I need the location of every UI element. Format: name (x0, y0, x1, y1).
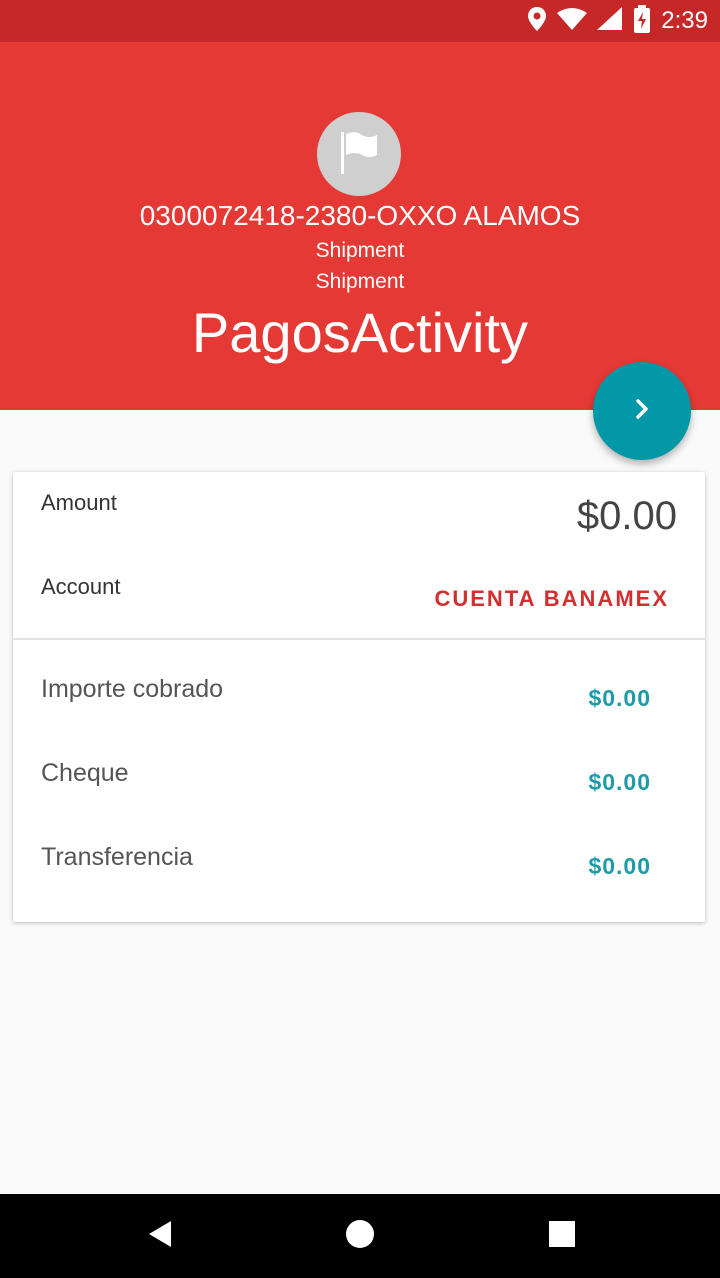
shipment-label-1: Shipment (315, 239, 405, 262)
location-icon (527, 6, 547, 37)
importe-cobrado-label: Importe cobrado (41, 675, 224, 703)
shipment-label-2: Shipment (315, 270, 405, 293)
navigation-bar (0, 1194, 720, 1278)
clock: 2:39 (661, 7, 708, 34)
status-icons: 2:39 (527, 0, 708, 42)
next-button[interactable] (593, 362, 691, 460)
home-icon (344, 1218, 376, 1255)
chevron-right-icon (631, 396, 653, 427)
back-button[interactable] (120, 1194, 200, 1278)
payment-card: Amount $0.00 Account CUENTA BANAMEX Impo… (13, 472, 705, 922)
flag-icon (337, 128, 381, 181)
cheque-value: $0.00 (588, 769, 651, 795)
transferencia-value: $0.00 (588, 853, 651, 879)
back-icon (146, 1219, 174, 1254)
store-name: 0300072418-2380-OXXO ALAMOS (139, 200, 581, 231)
signal-icon (597, 6, 623, 36)
amount-label: Amount (41, 490, 117, 515)
avatar (317, 112, 401, 196)
home-button[interactable] (320, 1194, 400, 1278)
divider (13, 638, 705, 640)
recents-icon (548, 1220, 576, 1253)
wifi-icon (557, 7, 588, 36)
header: 0300072418-2380-OXXO ALAMOS Shipment Shi… (0, 42, 720, 410)
cheque-label: Cheque (41, 759, 129, 787)
amount-value: $0.00 (576, 494, 677, 538)
status-bar: 2:39 (0, 0, 720, 42)
account-label: Account (41, 574, 121, 599)
account-value[interactable]: CUENTA BANAMEX (434, 586, 669, 612)
page-title: PagosActivity (191, 301, 529, 364)
transferencia-label: Transferencia (41, 843, 193, 871)
battery-charging-icon (633, 4, 651, 38)
recents-button[interactable] (522, 1194, 602, 1278)
importe-cobrado-value: $0.00 (588, 685, 651, 711)
